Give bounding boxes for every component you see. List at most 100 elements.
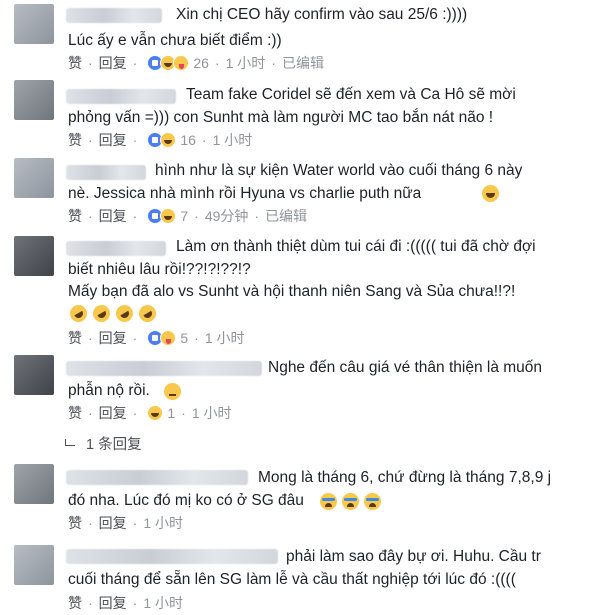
commenter-name[interactable] bbox=[66, 549, 278, 564]
comment-text: đó nha. Lúc đó mị ko có ở SG đâu bbox=[68, 490, 304, 512]
edited-label[interactable]: 已编辑 bbox=[282, 53, 324, 73]
reply-button[interactable]: 回复 bbox=[99, 130, 127, 150]
emoji-row bbox=[318, 493, 381, 510]
commenter-name[interactable] bbox=[66, 470, 248, 485]
avatar[interactable] bbox=[14, 80, 54, 120]
timestamp[interactable]: 1 小时 bbox=[226, 53, 266, 73]
reply-button[interactable]: 回复 bbox=[99, 53, 127, 73]
rofl-emoji-icon bbox=[66, 301, 91, 326]
timestamp[interactable]: 1 小时 bbox=[192, 403, 232, 423]
reaction-count: 7 bbox=[180, 208, 189, 224]
comment-line: Xin chị CEO hãy confirm vào sau 25/6 :))… bbox=[176, 6, 468, 23]
like-button[interactable]: 赞 bbox=[68, 53, 82, 73]
separator: · bbox=[194, 330, 199, 346]
reply-button[interactable]: 回复 bbox=[99, 593, 127, 613]
replies-count-label: 1 条回复 bbox=[86, 437, 142, 453]
comment-line: hình như là sự kiện Water world vào cuối… bbox=[155, 162, 523, 179]
tongue-reaction-icon bbox=[173, 55, 190, 71]
comment-line: cuối tháng để sẵn lên SG làm lễ và cầu t… bbox=[68, 571, 516, 588]
rofl-emoji-icon bbox=[89, 301, 114, 326]
reply-button[interactable]: 回复 bbox=[99, 206, 127, 226]
rofl-emoji-icon bbox=[135, 301, 160, 326]
comment-line: Team fake Coridel sẽ đến xem và Ca Hô sẽ… bbox=[186, 86, 516, 103]
tongue-reaction-icon bbox=[160, 330, 177, 346]
like-button[interactable]: 赞 bbox=[68, 593, 82, 613]
unamused-emoji-icon bbox=[164, 383, 181, 400]
comment-text: phỏng vấn =))) con Sunht mà làm người MC… bbox=[68, 107, 493, 129]
like-button[interactable]: 赞 bbox=[68, 513, 82, 533]
comment-text: Lúc ấy e vẫn chưa biết điểm :)) bbox=[68, 30, 282, 52]
avatar[interactable] bbox=[14, 158, 54, 198]
commenter-name[interactable] bbox=[66, 89, 176, 104]
commenter-name[interactable] bbox=[66, 165, 146, 180]
comment-line: Nghe đến câu giá vé thân thiện là muốn bbox=[268, 359, 543, 376]
like-button[interactable]: 赞 bbox=[68, 403, 82, 423]
separator: · bbox=[214, 55, 220, 71]
haha-reaction-icon bbox=[160, 208, 177, 224]
like-button[interactable]: 赞 bbox=[68, 130, 82, 150]
avatar[interactable] bbox=[14, 355, 54, 395]
reaction-count: 1 bbox=[167, 405, 176, 421]
comment-text: biết nhiêu lâu rồi!??!?!??!? Mấy bạn đã … bbox=[68, 259, 515, 303]
separator: · bbox=[88, 330, 93, 346]
timestamp[interactable]: 1 小时 bbox=[213, 130, 253, 150]
separator: · bbox=[194, 208, 199, 224]
avatar[interactable] bbox=[14, 236, 54, 276]
avatar[interactable] bbox=[14, 4, 54, 44]
reaction-count: 5 bbox=[180, 330, 189, 346]
timestamp[interactable]: 1 小时 bbox=[205, 328, 245, 348]
separator: · bbox=[132, 405, 138, 421]
comment-text: nè. Jessica nhà mình rồi Hyuna vs charli… bbox=[68, 183, 499, 205]
separator: · bbox=[201, 132, 207, 148]
avatar[interactable] bbox=[14, 464, 54, 504]
separator: · bbox=[88, 405, 93, 421]
commenter-name[interactable] bbox=[66, 8, 162, 23]
reaction-count: 26 bbox=[193, 55, 209, 71]
reactions[interactable]: 5 bbox=[147, 330, 188, 346]
separator: · bbox=[254, 208, 260, 224]
separator: · bbox=[132, 132, 138, 148]
comment-text: Mong là tháng 6, chứ đừng là tháng 7,8,9… bbox=[258, 467, 551, 489]
comment-actions: 赞 · 回复 · 1 · 1 小时 bbox=[68, 404, 232, 422]
laughing-emoji-icon bbox=[482, 185, 499, 202]
separator: · bbox=[132, 208, 138, 224]
comment-actions: 赞 · 回复 · 26 · 1 小时 · 已编辑 bbox=[68, 54, 324, 72]
commenter-name[interactable] bbox=[66, 361, 262, 376]
separator: · bbox=[88, 132, 93, 148]
reactions[interactable]: 1 bbox=[147, 405, 175, 421]
commenter-name[interactable] bbox=[66, 241, 166, 256]
comment-line: Mong là tháng 6, chứ đừng là tháng 7,8,9… bbox=[258, 469, 552, 486]
comment-line: phải làm sao đây bự ơi. Huhu. Cầu tr bbox=[286, 548, 541, 565]
comment-actions: 赞 · 回复 · 1 小时 bbox=[68, 594, 183, 612]
haha-reaction-icon bbox=[160, 132, 177, 148]
reply-button[interactable]: 回复 bbox=[99, 403, 127, 423]
separator: · bbox=[132, 55, 138, 71]
like-button[interactable]: 赞 bbox=[68, 328, 82, 348]
comment-actions: 赞 · 回复 · 16 · 1 小时 bbox=[68, 131, 252, 149]
timestamp[interactable]: 1 小时 bbox=[143, 593, 183, 613]
comment-line: đó nha. Lúc đó mị ko có ở SG đâu bbox=[68, 492, 304, 509]
comment-text: phải làm sao đây bự ơi. Huhu. Cầu tr bbox=[286, 546, 541, 568]
reactions[interactable]: 26 bbox=[147, 55, 209, 71]
reaction-count: 16 bbox=[180, 132, 196, 148]
like-button[interactable]: 赞 bbox=[68, 206, 82, 226]
timestamp[interactable]: 49分钟 bbox=[205, 206, 249, 226]
rofl-emoji-icon bbox=[112, 301, 137, 326]
reply-button[interactable]: 回复 bbox=[99, 328, 127, 348]
comment-text: Nghe đến câu giá vé thân thiện là muốn bbox=[268, 357, 542, 379]
comment-line: Lúc ấy e vẫn chưa biết điểm :)) bbox=[68, 32, 282, 49]
comment-text: Team fake Coridel sẽ đến xem và Ca Hô sẽ… bbox=[186, 84, 516, 106]
comment-line: biết nhiêu lâu rồi!??!?!??!? bbox=[68, 261, 251, 278]
comment-actions: 赞 · 回复 · 5 · 1 小时 bbox=[68, 329, 245, 347]
reply-button[interactable]: 回复 bbox=[99, 513, 127, 533]
comment-line: phỏng vấn =))) con Sunht mà làm người MC… bbox=[68, 109, 494, 126]
crying-emoji-icon bbox=[320, 493, 337, 510]
view-replies-link[interactable]: 1 条回复 bbox=[64, 433, 142, 454]
separator: · bbox=[181, 405, 186, 421]
edited-label[interactable]: 已编辑 bbox=[265, 206, 307, 226]
timestamp[interactable]: 1 小时 bbox=[143, 513, 183, 533]
comment-actions: 赞 · 回复 · 1 小时 bbox=[68, 514, 183, 532]
avatar[interactable] bbox=[14, 545, 54, 585]
reactions[interactable]: 7 bbox=[147, 208, 188, 224]
reactions[interactable]: 16 bbox=[147, 132, 196, 148]
